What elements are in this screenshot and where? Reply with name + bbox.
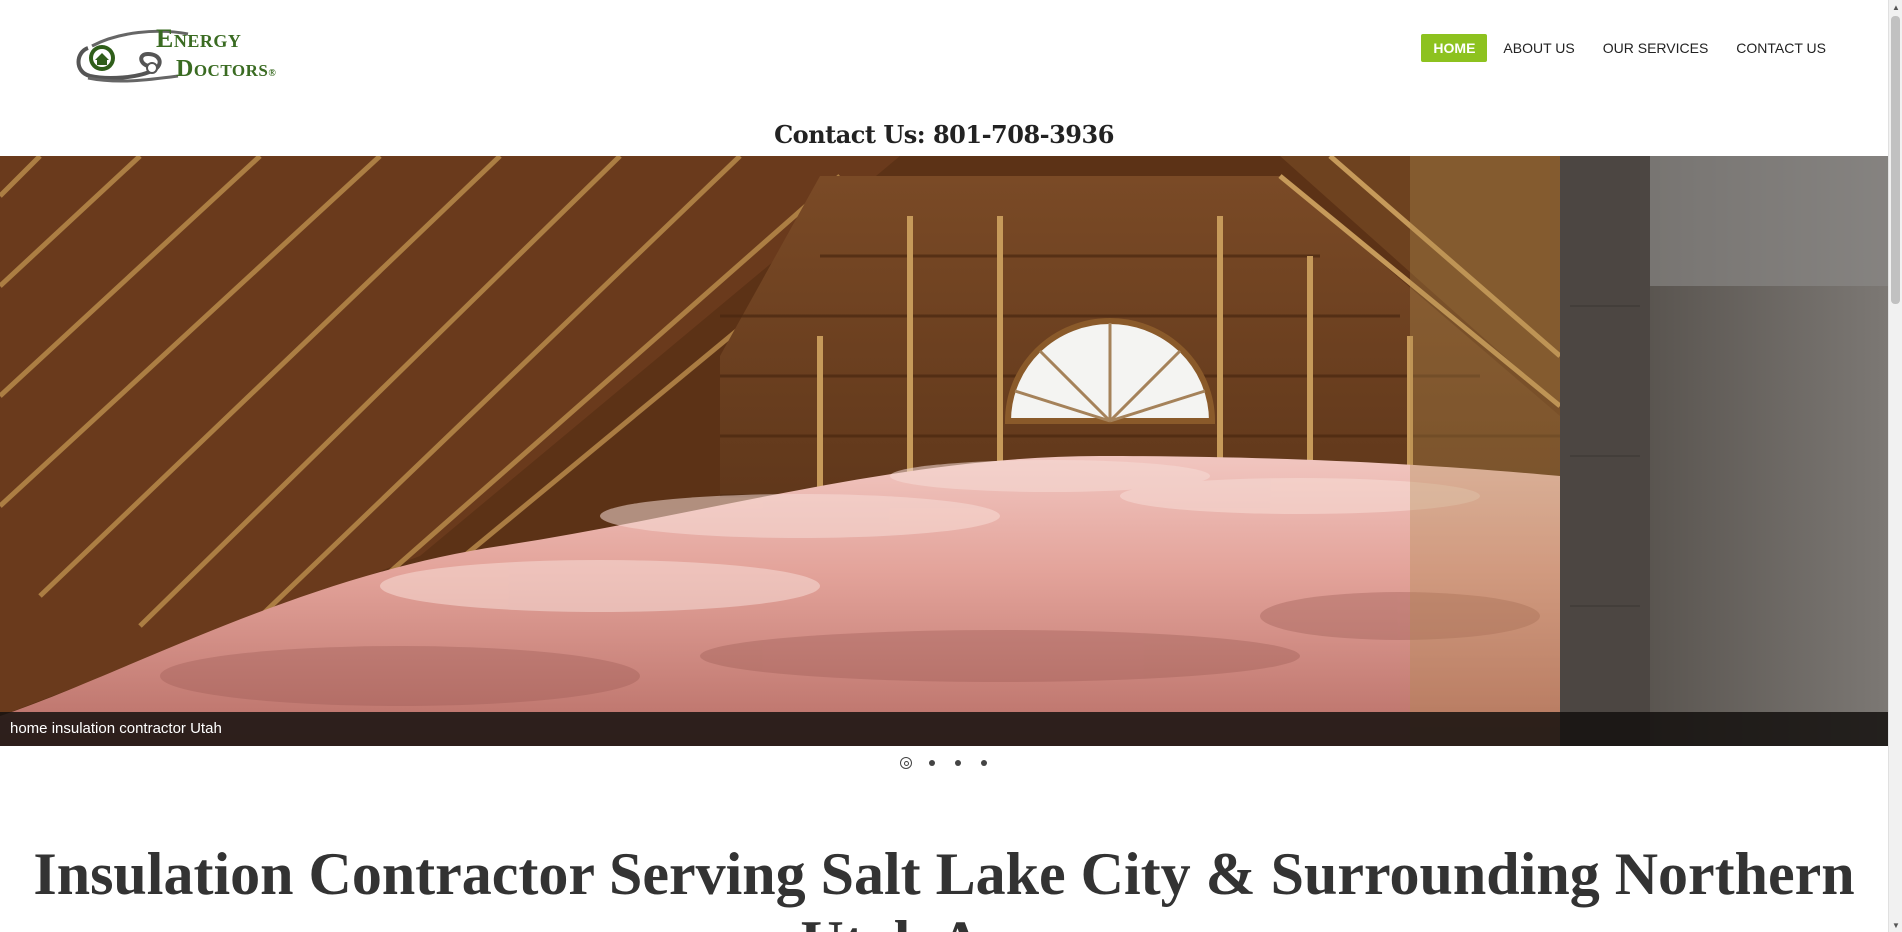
- slider-dot-3[interactable]: [952, 757, 964, 769]
- site-header: Energy Doctors® HOME ABOUT US OUR SERVIC…: [0, 0, 1888, 156]
- scroll-up-arrow-icon[interactable]: ▲: [1889, 0, 1902, 14]
- slider-dot-4[interactable]: [978, 757, 990, 769]
- main-nav: HOME ABOUT US OUR SERVICES CONTACT US: [1417, 34, 1838, 62]
- slider-dot-2[interactable]: [926, 757, 938, 769]
- slider-pagination: [0, 757, 1888, 769]
- contact-phone-line: Contact Us: 801-708-3936: [774, 120, 1114, 149]
- scroll-down-arrow-icon[interactable]: ▼: [1889, 918, 1902, 932]
- nav-home[interactable]: HOME: [1421, 34, 1488, 62]
- slider-caption-bar: home insulation contractor Utah: [0, 712, 1888, 746]
- nav-our-services[interactable]: OUR SERVICES: [1591, 34, 1721, 62]
- nav-contact-us[interactable]: CONTACT US: [1724, 34, 1838, 62]
- page-main-heading: Insulation Contractor Serving Salt Lake …: [33, 841, 1855, 932]
- page-scrollbar[interactable]: ▲ ▼: [1888, 0, 1902, 932]
- scroll-thumb[interactable]: [1891, 16, 1900, 304]
- hero-slider[interactable]: home insulation contractor Utah: [0, 156, 1888, 746]
- slider-caption: home insulation contractor Utah: [10, 720, 222, 737]
- slider-dot-1[interactable]: [900, 757, 912, 769]
- logo-text-energy: Energy: [156, 24, 242, 53]
- logo-text-doctors: Doctors®: [176, 56, 277, 82]
- energy-doctors-logo[interactable]: Energy Doctors®: [68, 18, 276, 92]
- attic-insulation-image: [0, 156, 1888, 746]
- nav-about-us[interactable]: ABOUT US: [1491, 34, 1586, 62]
